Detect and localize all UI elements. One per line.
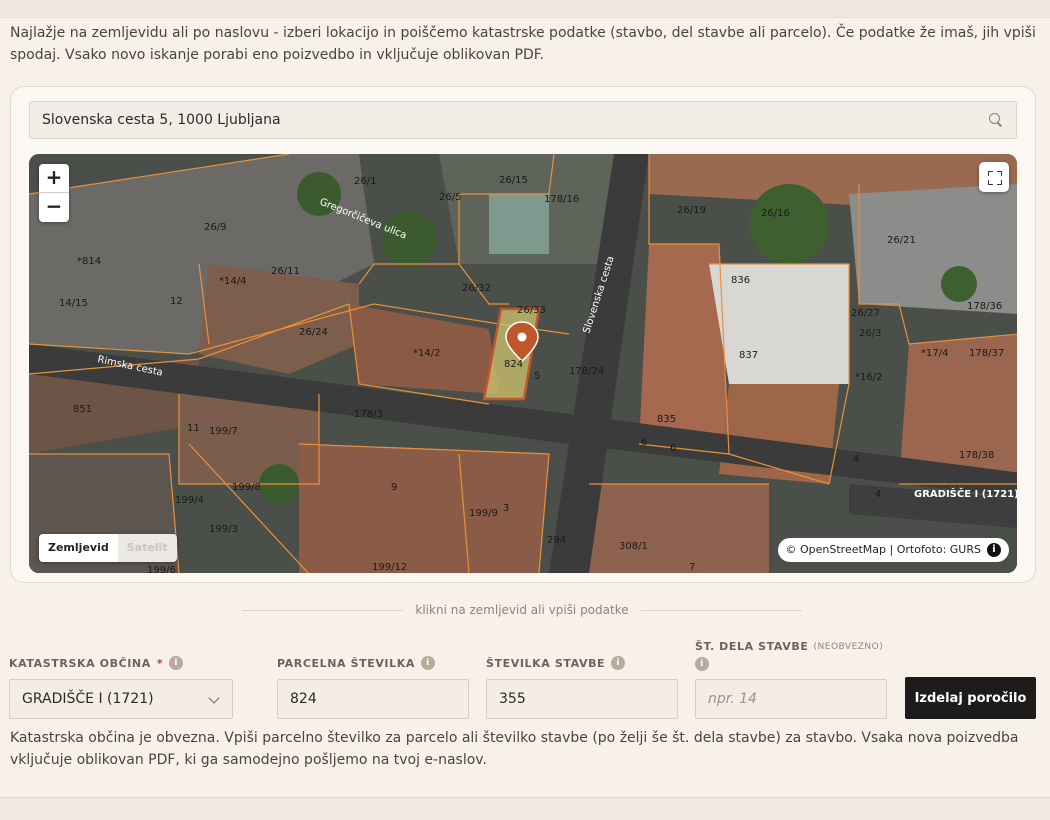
svg-text:178/36: 178/36: [967, 301, 1002, 312]
divider-line: [640, 609, 802, 611]
optional-note: (NEOBVEZNO): [813, 641, 884, 652]
svg-text:199/4: 199/4: [175, 495, 204, 506]
svg-text:178/37: 178/37: [969, 348, 1004, 359]
svg-text:308/1: 308/1: [619, 541, 648, 552]
chevron-down-icon: [208, 692, 220, 704]
svg-text:199/6: 199/6: [147, 565, 176, 573]
svg-text:26/15: 26/15: [499, 175, 528, 186]
svg-text:26/3: 26/3: [859, 328, 881, 339]
svg-text:26/21: 26/21: [887, 235, 916, 246]
cadastral-label: KATASTRSKA OBČINA * i: [9, 656, 184, 670]
search-icon[interactable]: [988, 112, 1004, 128]
part-input[interactable]: [708, 691, 874, 707]
svg-text:5: 5: [534, 371, 540, 382]
svg-text:26/32: 26/32: [462, 283, 491, 294]
svg-text:26/19: 26/19: [677, 205, 706, 216]
map-card: 26/1 26/5 26/15 178/16 26/19 26/16 26/9 …: [10, 86, 1036, 583]
svg-text:3: 3: [503, 503, 509, 514]
svg-text:26/27: 26/27: [851, 308, 880, 319]
svg-text:7: 7: [689, 562, 695, 573]
zoom-in-button[interactable]: +: [39, 164, 69, 193]
address-search[interactable]: [29, 101, 1017, 139]
orthophoto: 26/1 26/5 26/15 178/16 26/19 26/16 26/9 …: [29, 154, 1017, 573]
svg-text:*14/2: *14/2: [413, 348, 440, 359]
svg-text:26/9: 26/9: [204, 222, 226, 233]
layer-toggle: Zemljevid Satelit: [39, 534, 177, 562]
svg-text:11: 11: [187, 423, 200, 434]
svg-text:178/3: 178/3: [354, 409, 383, 420]
svg-text:199/12: 199/12: [372, 562, 407, 573]
info-icon[interactable]: i: [169, 656, 184, 670]
cadastral-value: GRADIŠČE I (1721): [22, 691, 154, 707]
svg-text:26/16: 26/16: [761, 208, 790, 219]
svg-text:199/8: 199/8: [232, 482, 261, 493]
footer-band: [0, 797, 1050, 820]
divider-line: [242, 609, 404, 611]
info-icon[interactable]: i: [695, 657, 709, 671]
top-bar: [0, 0, 1050, 18]
svg-text:294: 294: [547, 535, 566, 546]
svg-text:835: 835: [657, 414, 676, 425]
parcel-input[interactable]: [290, 691, 456, 707]
svg-text:836: 836: [731, 275, 750, 286]
divider-hint: klikni na zemljevid ali vpiši podatke: [242, 601, 802, 619]
required-mark: *: [156, 656, 164, 670]
svg-text:6: 6: [670, 443, 676, 454]
attribution-text: © OpenStreetMap | Ortofoto: GURS: [785, 543, 982, 556]
svg-text:837: 837: [739, 350, 758, 361]
svg-text:14/15: 14/15: [59, 298, 88, 309]
info-icon[interactable]: i: [987, 543, 1001, 557]
svg-text:199/9: 199/9: [469, 508, 498, 519]
info-icon[interactable]: i: [420, 656, 435, 670]
svg-text:26/33: 26/33: [517, 305, 546, 316]
svg-text:4: 4: [875, 489, 881, 500]
svg-text:9: 9: [391, 482, 397, 493]
svg-text:26/1: 26/1: [354, 176, 376, 187]
svg-text:199/3: 199/3: [209, 524, 238, 535]
map-view[interactable]: 26/1 26/5 26/15 178/16 26/19 26/16 26/9 …: [29, 154, 1017, 573]
info-icon[interactable]: i: [611, 656, 626, 670]
building-input[interactable]: [499, 691, 665, 707]
svg-text:GRADIŠČE I (1721): GRADIŠČE I (1721): [914, 487, 1017, 500]
svg-text:824: 824: [504, 359, 523, 370]
cadastral-select[interactable]: GRADIŠČE I (1721): [9, 679, 233, 719]
building-field[interactable]: [486, 679, 678, 719]
svg-text:178/16: 178/16: [544, 194, 579, 205]
search-input[interactable]: [42, 112, 988, 128]
svg-text:*16/2: *16/2: [855, 372, 882, 383]
svg-text:*14/4: *14/4: [219, 276, 246, 287]
zoom-out-button[interactable]: −: [39, 193, 69, 222]
building-label: ŠTEVILKA STAVBE i: [486, 656, 626, 670]
part-label: ŠT. DELA STAVBE (NEOBVEZNO) i: [695, 640, 884, 671]
svg-text:178/24: 178/24: [569, 366, 604, 377]
parcel-field[interactable]: [277, 679, 469, 719]
svg-text:199/7: 199/7: [209, 426, 238, 437]
fullscreen-icon[interactable]: [979, 162, 1009, 192]
svg-text:26/11: 26/11: [271, 266, 300, 277]
hint-text: klikni na zemljevid ali vpiši podatke: [415, 603, 629, 617]
create-report-button[interactable]: Izdelaj poročilo: [905, 677, 1036, 719]
svg-text:26/24: 26/24: [299, 327, 328, 338]
svg-text:4: 4: [853, 454, 859, 465]
svg-text:26/5: 26/5: [439, 192, 461, 203]
layer-map-button[interactable]: Zemljevid: [39, 534, 118, 562]
svg-text:178/38: 178/38: [959, 450, 994, 461]
zoom-controls: + −: [39, 164, 69, 222]
svg-text:851: 851: [73, 404, 92, 415]
svg-text:12: 12: [170, 296, 183, 307]
layer-satellite-button[interactable]: Satelit: [117, 534, 177, 562]
helper-text: Katastrska občina je obvezna. Vpiši parc…: [10, 730, 1019, 768]
svg-text:*17/4: *17/4: [921, 348, 948, 359]
intro-text: Najlažje na zemljevidu ali po naslovu - …: [10, 25, 1036, 63]
parcel-label: PARCELNA ŠTEVILKA i: [277, 656, 435, 670]
part-field[interactable]: [695, 679, 887, 719]
map-attribution: © OpenStreetMap | Ortofoto: GURS i: [777, 538, 1009, 562]
svg-text:6: 6: [641, 437, 647, 448]
svg-text:*814: *814: [77, 256, 101, 267]
